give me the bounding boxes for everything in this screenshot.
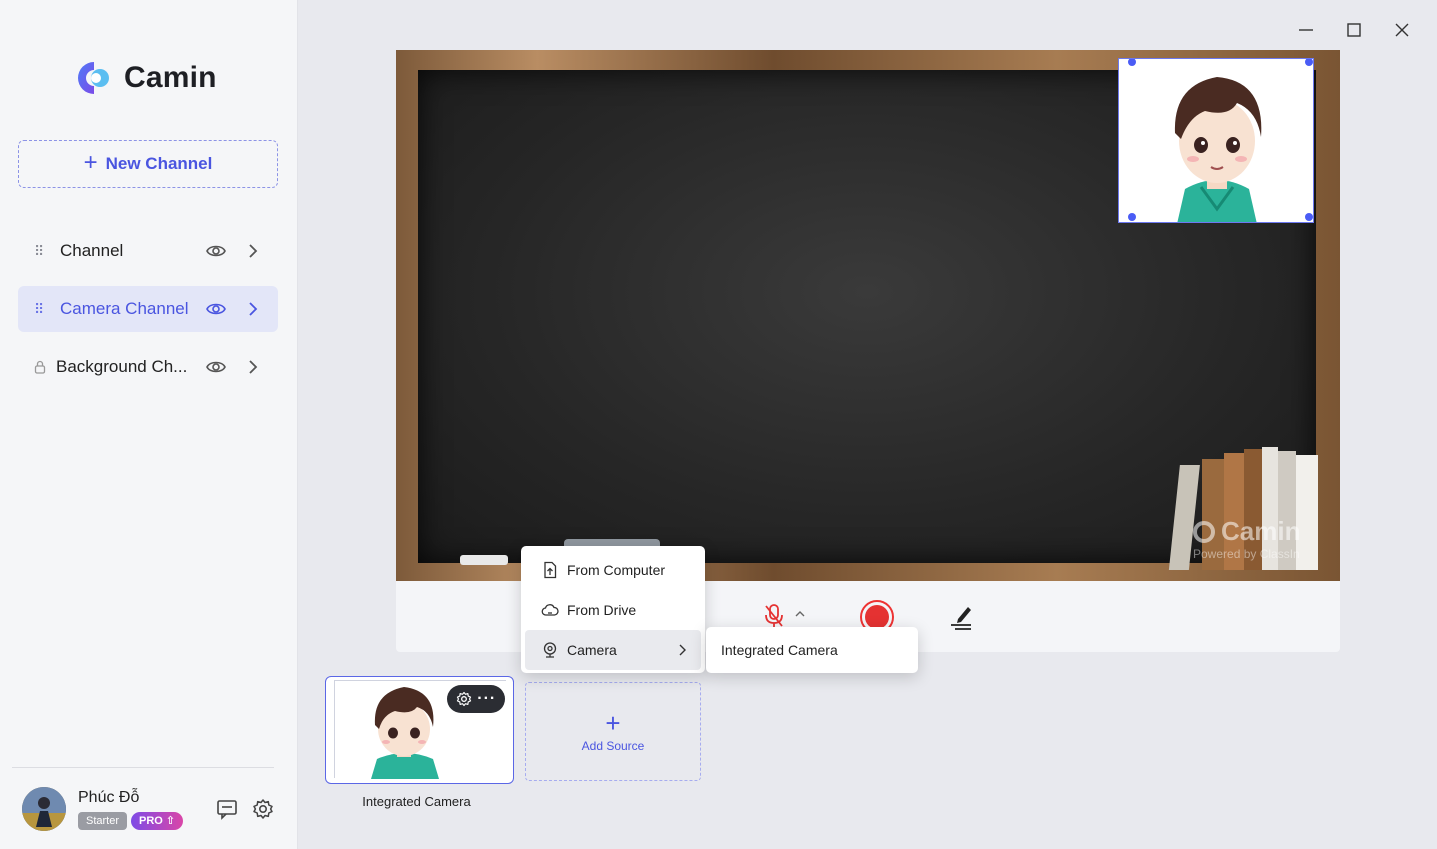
sidebar-item-camera-channel[interactable]: ⠿ Camera Channel [18, 286, 278, 332]
app-name: Camin [124, 61, 217, 94]
eye-icon[interactable] [206, 358, 226, 376]
new-channel-label: New Channel [105, 154, 213, 173]
menu-item-from-drive[interactable]: From Drive [525, 590, 701, 630]
drag-handle-icon[interactable]: ⠿ [34, 301, 46, 318]
resize-handle[interactable] [1128, 59, 1136, 66]
more-icon[interactable]: ··· [477, 691, 496, 707]
source-thumbnail-label: Integrated Camera [362, 794, 471, 809]
feedback-icon[interactable] [216, 798, 238, 820]
avatar[interactable] [22, 787, 66, 831]
plan-badge: Starter [78, 812, 128, 830]
add-source-label: Add Source [581, 738, 645, 753]
submenu-item-integrated-camera[interactable]: Integrated Camera [706, 627, 918, 673]
submenu-item-label: Integrated Camera [721, 642, 838, 658]
app-logo: Camin [74, 60, 217, 96]
minimize-icon[interactable] [1296, 20, 1316, 40]
menu-item-camera[interactable]: Camera [525, 630, 701, 670]
avatar-image-icon [22, 787, 66, 831]
channel-label: Channel [60, 241, 124, 260]
annotate-pen-icon[interactable] [948, 603, 974, 631]
resize-handle[interactable] [1128, 213, 1136, 221]
add-source-menu: From Computer From Drive Camera [521, 546, 705, 673]
chevron-right-icon[interactable] [246, 242, 260, 260]
lock-icon [34, 360, 46, 374]
maximize-icon[interactable] [1344, 20, 1364, 40]
chevron-right-icon[interactable] [246, 300, 260, 318]
drag-handle-icon[interactable]: ⠿ [34, 243, 46, 260]
menu-item-from-computer[interactable]: From Computer [525, 550, 701, 590]
cloud-icon [541, 604, 559, 616]
new-channel-button[interactable]: + New Channel [18, 140, 278, 188]
webcam-icon [543, 642, 557, 658]
menu-item-label: From Drive [567, 602, 637, 618]
plus-icon: + [83, 149, 98, 176]
source-thumbnail-integrated-camera[interactable]: ··· [325, 676, 514, 784]
avatar-illustration-icon [1119, 59, 1313, 222]
chevron-up-icon[interactable] [793, 609, 807, 619]
record-icon [865, 605, 889, 629]
camera-overlay-source[interactable] [1118, 58, 1314, 223]
close-icon[interactable] [1392, 20, 1412, 40]
eye-icon[interactable] [206, 300, 226, 318]
add-source-button[interactable]: + Add Source [525, 682, 701, 781]
thumbnail-toolbar: ··· [447, 685, 505, 713]
upgrade-pro-badge[interactable]: PRO ⇧ [131, 812, 184, 830]
mic-muted-icon[interactable] [763, 603, 785, 629]
chalk-decoration [460, 555, 508, 565]
user-name: Phúc Đỗ [78, 789, 140, 806]
resize-handle[interactable] [1305, 213, 1313, 221]
sidebar-divider [12, 767, 274, 768]
watermark-text: Camin [1221, 516, 1301, 546]
gear-icon[interactable] [456, 691, 472, 707]
plus-icon: + [605, 707, 621, 738]
upgrade-arrow-icon: ⇧ [165, 815, 176, 827]
pro-label: PRO [139, 815, 163, 827]
menu-item-label: From Computer [567, 562, 666, 578]
file-upload-icon [544, 561, 557, 579]
watermark-logo-icon [1193, 520, 1215, 543]
gear-icon[interactable] [252, 798, 274, 820]
menu-item-label: Camera [567, 642, 617, 658]
channel-label: Camera Channel [60, 299, 189, 318]
watermark-brand: Camin [1193, 516, 1300, 547]
sidebar-item-background-channel[interactable]: Background Ch... [18, 344, 278, 390]
resize-handle[interactable] [1305, 59, 1313, 66]
camin-logo-icon [78, 62, 109, 94]
eye-icon[interactable] [206, 242, 226, 260]
chevron-right-icon [679, 644, 686, 656]
chevron-right-icon[interactable] [246, 358, 260, 376]
sidebar: Camin + New Channel ⠿ Channel ⠿ Camera C… [0, 0, 298, 849]
channel-label: Background Ch... [56, 357, 186, 376]
watermark-tagline: Powered by ClassIn [1193, 547, 1300, 561]
sidebar-item-channel[interactable]: ⠿ Channel [18, 228, 278, 274]
